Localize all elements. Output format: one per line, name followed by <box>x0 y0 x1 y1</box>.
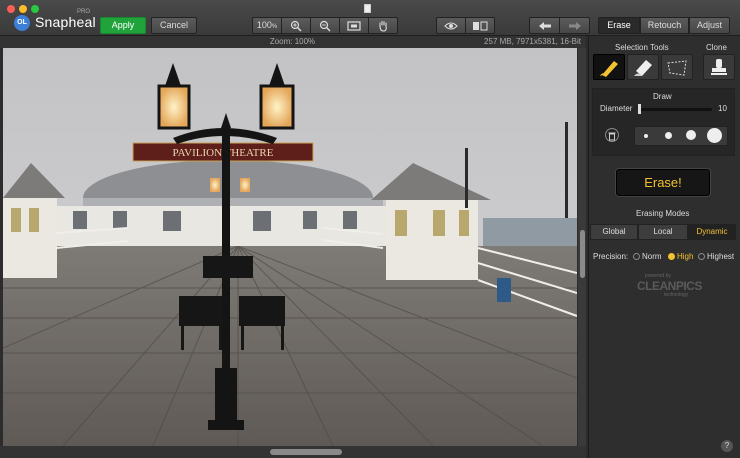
zoom-out-button[interactable] <box>310 17 340 34</box>
precision-norm-label: Norm <box>642 252 662 261</box>
title-bar: OL Snapheal PRO Apply Cancel 100% Erase … <box>0 0 740 36</box>
technology-text: technology <box>664 292 689 298</box>
preview-button[interactable] <box>436 17 466 34</box>
info-bar: Zoom: 100% 257 MB, 7971x5381, 16-Bit <box>0 36 585 48</box>
zoom-value: 100 <box>256 20 272 30</box>
erasing-modes-label: Erasing Modes <box>636 209 690 218</box>
draw-label: Draw <box>653 92 672 101</box>
lasso-icon <box>667 60 687 76</box>
undo-icon <box>538 22 551 30</box>
precision-highest[interactable]: Highest <box>698 252 734 261</box>
radio-highest-icon <box>698 253 705 261</box>
hand-tool-button[interactable] <box>368 17 398 34</box>
pier-photo: PAVILION THEATRE <box>3 48 577 446</box>
tab-adjust[interactable]: Adjust <box>689 17 730 34</box>
redo-button[interactable] <box>559 17 590 34</box>
brush-size-s[interactable] <box>665 132 672 139</box>
redo-icon <box>568 22 581 30</box>
diameter-value: 10 <box>718 104 727 113</box>
undo-button[interactable] <box>529 17 560 34</box>
apply-button[interactable]: Apply <box>100 17 146 34</box>
brush-size-xs[interactable] <box>644 134 648 138</box>
clone-stamp-button[interactable] <box>703 54 735 80</box>
zoom-out-icon <box>319 20 331 32</box>
precision-label: Precision: <box>593 252 629 261</box>
close-window-button[interactable] <box>7 5 15 13</box>
erase-button[interactable]: Erase! <box>616 169 710 196</box>
trash-icon <box>608 132 616 141</box>
app-logo-icon: OL <box>14 15 30 31</box>
zoom-window-button[interactable] <box>31 5 39 13</box>
app-name: Snapheal <box>35 14 96 30</box>
fit-screen-icon <box>347 21 361 31</box>
lasso-tool-button[interactable] <box>661 54 693 80</box>
compare-button[interactable] <box>465 17 495 34</box>
vertical-scroll-thumb[interactable] <box>580 230 585 278</box>
photo-canvas[interactable]: PAVILION THEATRE <box>3 48 577 446</box>
cancel-button[interactable]: Cancel <box>151 17 197 34</box>
precision-norm[interactable]: Norm <box>633 252 662 261</box>
tab-erase[interactable]: Erase <box>598 17 640 34</box>
eraser-icon <box>634 60 652 76</box>
precision-highest-label: Highest <box>707 252 735 261</box>
mode-dynamic[interactable]: Dynamic <box>688 224 736 240</box>
radio-norm-icon <box>633 253 640 261</box>
brush-size-m[interactable] <box>686 130 696 140</box>
diameter-slider[interactable] <box>638 108 712 111</box>
selection-tools-label: Selection Tools <box>615 43 669 52</box>
snapheal-window: OL Snapheal PRO Apply Cancel 100% Erase … <box>0 0 740 458</box>
eye-icon <box>444 22 458 30</box>
brush-size-l[interactable] <box>707 128 722 143</box>
minimize-window-button[interactable] <box>19 5 27 13</box>
horizontal-scroll-thumb[interactable] <box>270 449 342 455</box>
mode-global[interactable]: Global <box>590 224 638 240</box>
zoom-in-icon <box>290 20 302 32</box>
cleanpics-logo: CLEANPICS <box>637 279 702 293</box>
precision-high[interactable]: High <box>668 252 693 261</box>
tab-retouch[interactable]: Retouch <box>640 17 689 34</box>
pro-badge: PRO <box>77 9 91 15</box>
zoom-value-field[interactable]: 100% <box>252 17 282 34</box>
precision-high-label: High <box>677 252 694 261</box>
document-icon <box>364 4 371 13</box>
zoom-in-button[interactable] <box>281 17 311 34</box>
stamp-icon <box>711 59 727 75</box>
brush-tool-button[interactable] <box>593 54 625 80</box>
mode-local[interactable]: Local <box>638 224 688 240</box>
trash-button[interactable] <box>605 128 619 142</box>
brush-icon <box>600 61 618 77</box>
fit-to-screen-button[interactable] <box>339 17 369 34</box>
clone-label: Clone <box>706 43 727 52</box>
diameter-slider-thumb[interactable] <box>638 104 641 114</box>
radio-high-icon <box>668 253 675 261</box>
split-view-icon <box>473 21 488 31</box>
diameter-label: Diameter <box>600 104 633 113</box>
zoom-unit: % <box>271 24 278 30</box>
hand-icon <box>379 20 387 32</box>
help-button[interactable]: ? <box>721 440 733 452</box>
eraser-tool-button[interactable] <box>627 54 659 80</box>
file-info: 257 MB, 7971x5381, 16-Bit <box>484 37 581 46</box>
